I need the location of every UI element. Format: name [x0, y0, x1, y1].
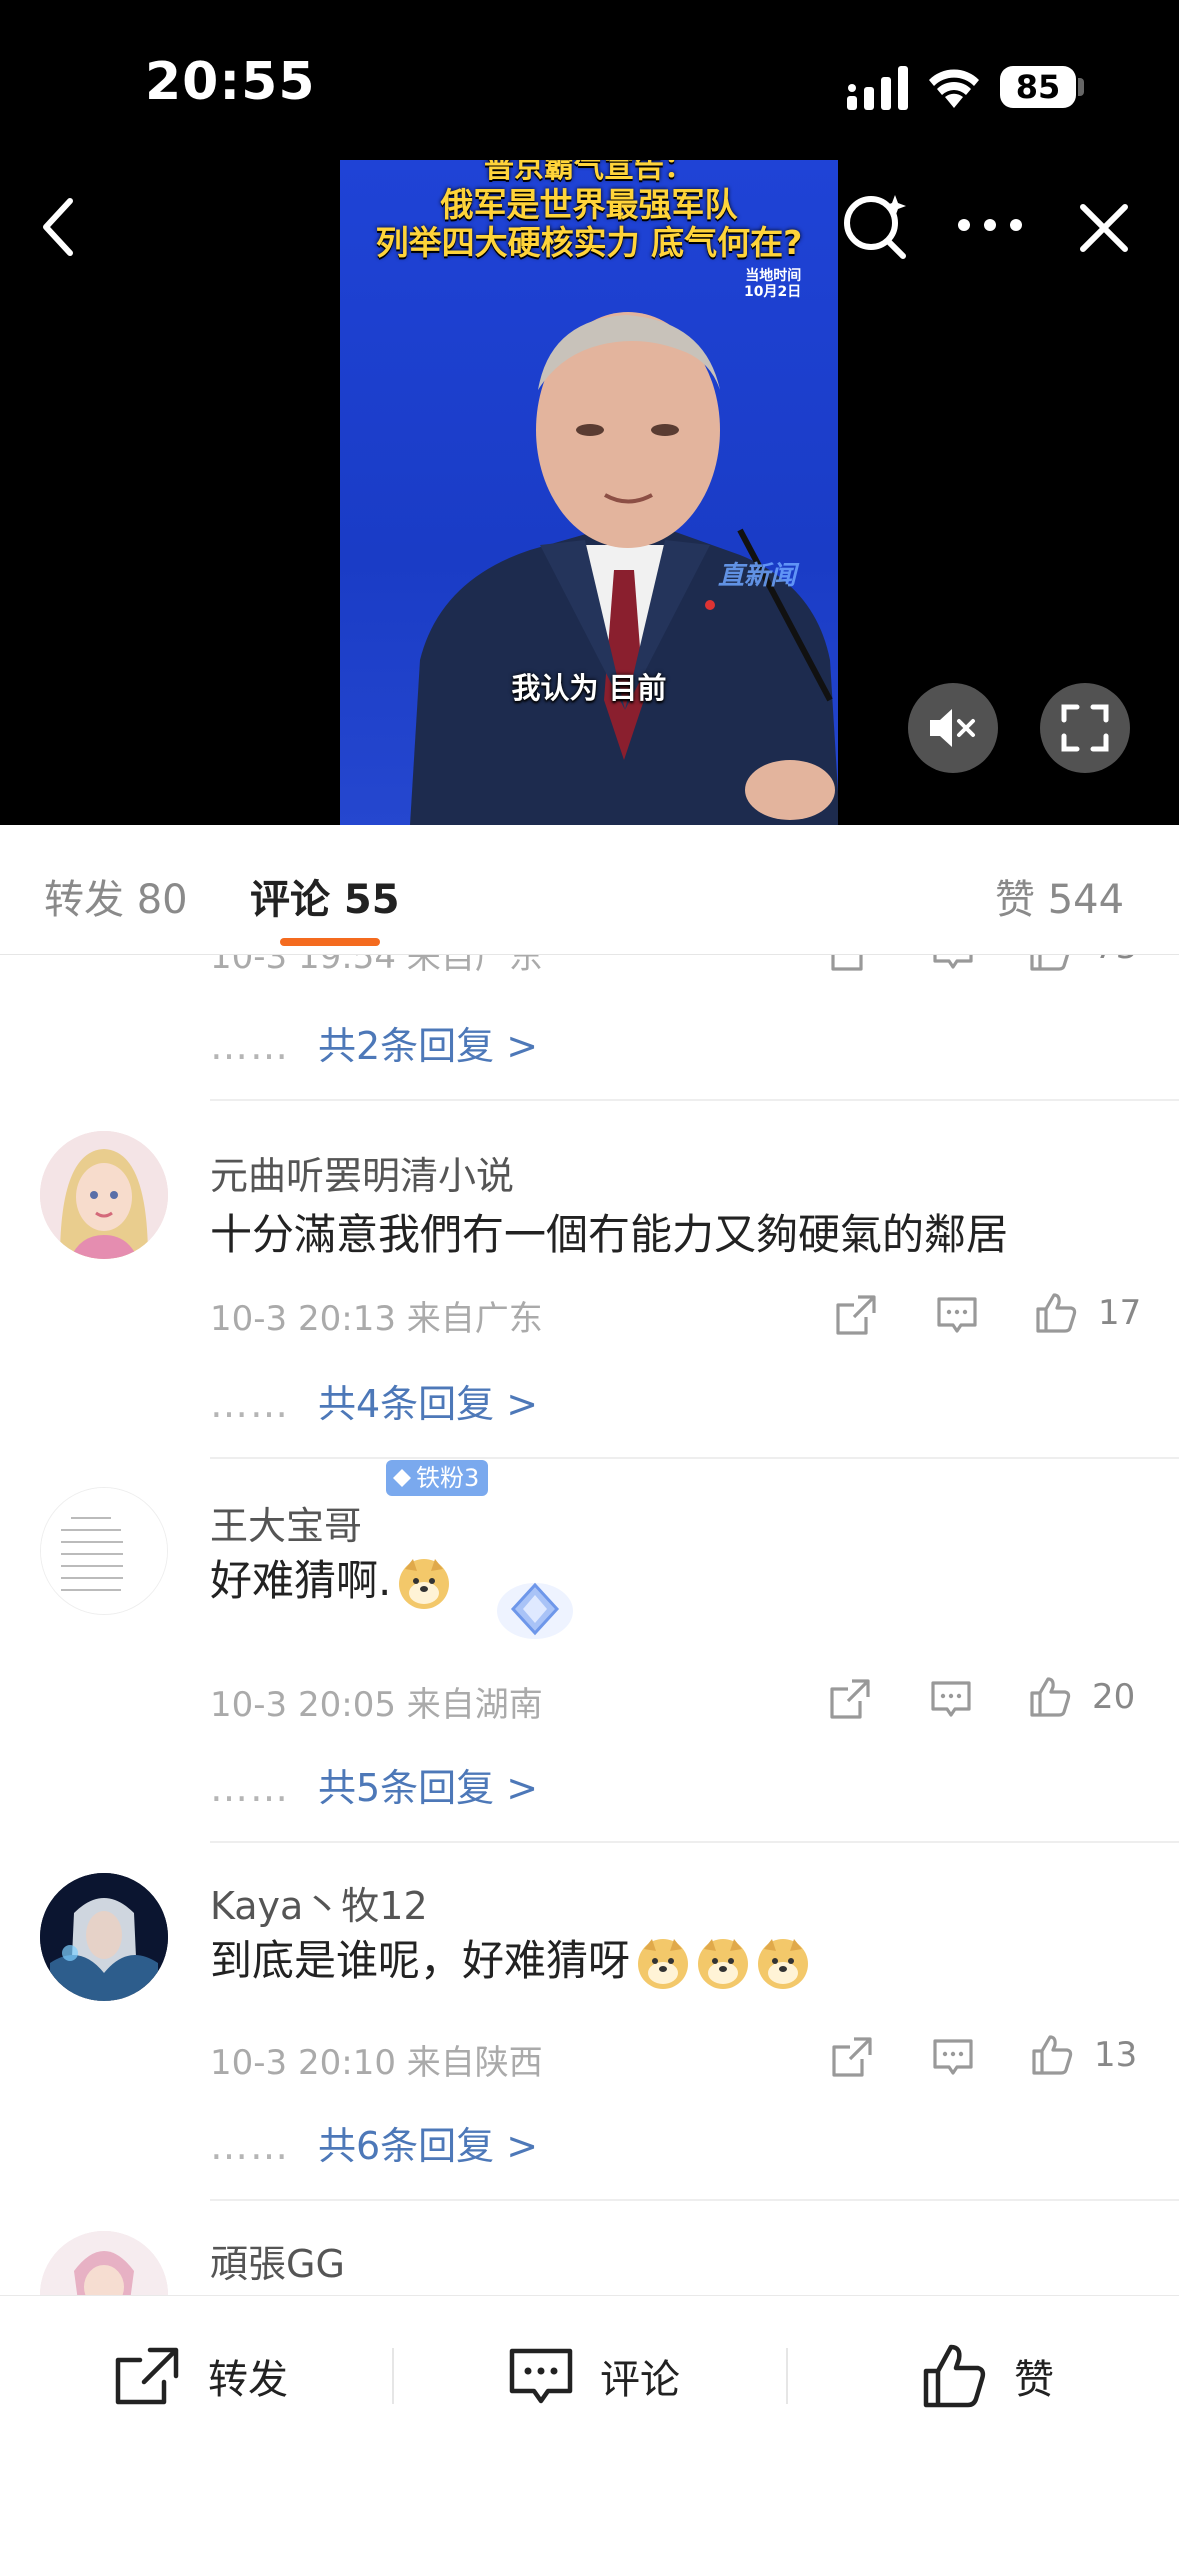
like-icon[interactable] [1028, 955, 1072, 973]
comment-button[interactable]: 评论 [508, 2336, 680, 2416]
video-headline-line2: 列举四大硬核实力 底气何在? [375, 223, 803, 262]
tab-like[interactable]: 赞 544 [995, 867, 1124, 925]
fullscreen-button[interactable] [1040, 683, 1130, 773]
avatar-image [40, 2231, 168, 2295]
thumbs-up-icon [923, 2344, 986, 2408]
diamond-icon [393, 1469, 411, 1487]
video-subtitle: 我认为 目前 [511, 671, 667, 705]
view-replies-link[interactable]: …… 共4条回复 > [210, 1373, 538, 1428]
bottom-action-bar: 转发 评论 赞 [0, 2295, 1179, 2556]
repost-button[interactable]: 转发 [112, 2336, 288, 2416]
avatar-image [40, 1131, 168, 1259]
like-icon[interactable] [1030, 2033, 1074, 2077]
divider [392, 2348, 394, 2404]
like-count: 73 [1094, 955, 1137, 967]
avatar[interactable] [40, 1873, 168, 2001]
avatar-image [41, 1488, 167, 1614]
view-replies-link[interactable]: …… 共6条回复 > [210, 2115, 538, 2170]
doge-emoji-icon [698, 1938, 749, 1989]
like-button[interactable]: 赞 [922, 2336, 1054, 2416]
doge-emoji-icon [399, 1558, 450, 1609]
comment-meta: 10-3 19:54 来自广东 [210, 955, 543, 977]
like-count: 17 [1098, 1293, 1142, 1333]
repost-icon[interactable] [828, 1677, 872, 1721]
comment-username[interactable]: 頑張GG [210, 2233, 345, 2288]
divider [210, 1099, 1179, 1101]
avatar[interactable] [40, 1487, 168, 1615]
active-tab-indicator [280, 938, 380, 946]
comment-username[interactable]: 王大宝哥 [210, 1495, 362, 1550]
view-replies-link[interactable]: …… 共5条回复 > [210, 1757, 538, 1812]
fan-badge: 铁粉3 [386, 1460, 488, 1496]
divider [786, 2348, 788, 2404]
comment-icon[interactable] [929, 1677, 973, 1721]
speaker-muted-icon [930, 709, 975, 747]
video-player[interactable]: 20:55 85 普京霸气宣告： 俄军是世界最强军队 列举四大硬核实力 底气何在… [0, 0, 1179, 825]
comment-username[interactable]: 元曲听罢明清小说 [210, 1145, 514, 1200]
repost-icon[interactable] [829, 955, 873, 973]
comment-icon [509, 2348, 573, 2404]
search-button[interactable] [838, 188, 914, 264]
comment-meta: 10-3 20:13 来自广东 [210, 1299, 543, 1339]
comment-meta: 10-3 20:10 来自陕西 [210, 2043, 543, 2083]
video-logo: 直新闻 [718, 561, 797, 591]
repost-icon[interactable] [834, 1293, 878, 1337]
status-time: 20:55 [145, 52, 316, 112]
tab-bar: 转发 80 评论 55 赞 544 [0, 825, 1179, 955]
divider [210, 1457, 1179, 1459]
like-count: 20 [1092, 1677, 1136, 1717]
comment-icon[interactable] [931, 2035, 975, 2079]
avatar[interactable] [40, 2231, 168, 2295]
repost-icon[interactable] [830, 2035, 874, 2079]
more-dots-icon [958, 219, 1022, 231]
more-button[interactable] [952, 200, 1028, 250]
comment-icon[interactable] [935, 1293, 979, 1337]
avatar-image [40, 1873, 168, 2001]
doge-emoji-icon [638, 1938, 689, 1989]
search-icon [844, 195, 906, 259]
tab-comment[interactable]: 评论 55 [250, 867, 400, 925]
sparkle-diamond-icon [497, 1582, 573, 1639]
comment-username[interactable]: Kaya丶牧12 [210, 1875, 428, 1930]
speaker-image [410, 312, 838, 825]
chevron-left-icon [43, 198, 73, 256]
wifi-icon [929, 69, 979, 108]
comment-list[interactable]: 10-3 19:54 来自广东 73 ……共2条回复 > 元曲听罢明清小说 十分… [0, 955, 1179, 2295]
doge-emoji-icon [758, 1938, 809, 1989]
avatar[interactable] [40, 1131, 168, 1259]
fullscreen-icon [1061, 704, 1109, 752]
like-icon[interactable] [1028, 1675, 1072, 1719]
divider [210, 2199, 1179, 2201]
comment-text: 到底是谁呢，好难猜呀 [210, 1927, 810, 1991]
close-icon [1080, 204, 1128, 252]
mute-button[interactable] [908, 683, 998, 773]
comment-text: 好难猜啊. [210, 1547, 451, 1611]
repost-icon [115, 2347, 179, 2405]
view-replies-link[interactable]: …… 共2条回复 > [210, 1015, 538, 1070]
battery-indicator: 85 [1000, 66, 1076, 108]
cellular-signal-icon [847, 66, 908, 110]
tab-repost[interactable]: 转发 80 [44, 867, 188, 925]
battery-tip [1078, 78, 1084, 96]
like-icon[interactable] [1034, 1291, 1078, 1335]
back-button[interactable] [28, 195, 88, 259]
comment-text: 十分滿意我們冇一個冇能力又夠硬氣的鄰居 [210, 1210, 1009, 1259]
like-count: 13 [1094, 2035, 1138, 2075]
video-frame[interactable]: 普京霸气宣告： 俄军是世界最强军队 列举四大硬核实力 底气何在? 当地时间 10… [340, 160, 838, 825]
comment-meta: 10-3 20:05 来自湖南 [210, 1685, 543, 1725]
close-button[interactable] [1070, 196, 1138, 260]
comment-icon[interactable] [931, 955, 975, 973]
divider [210, 1841, 1179, 1843]
